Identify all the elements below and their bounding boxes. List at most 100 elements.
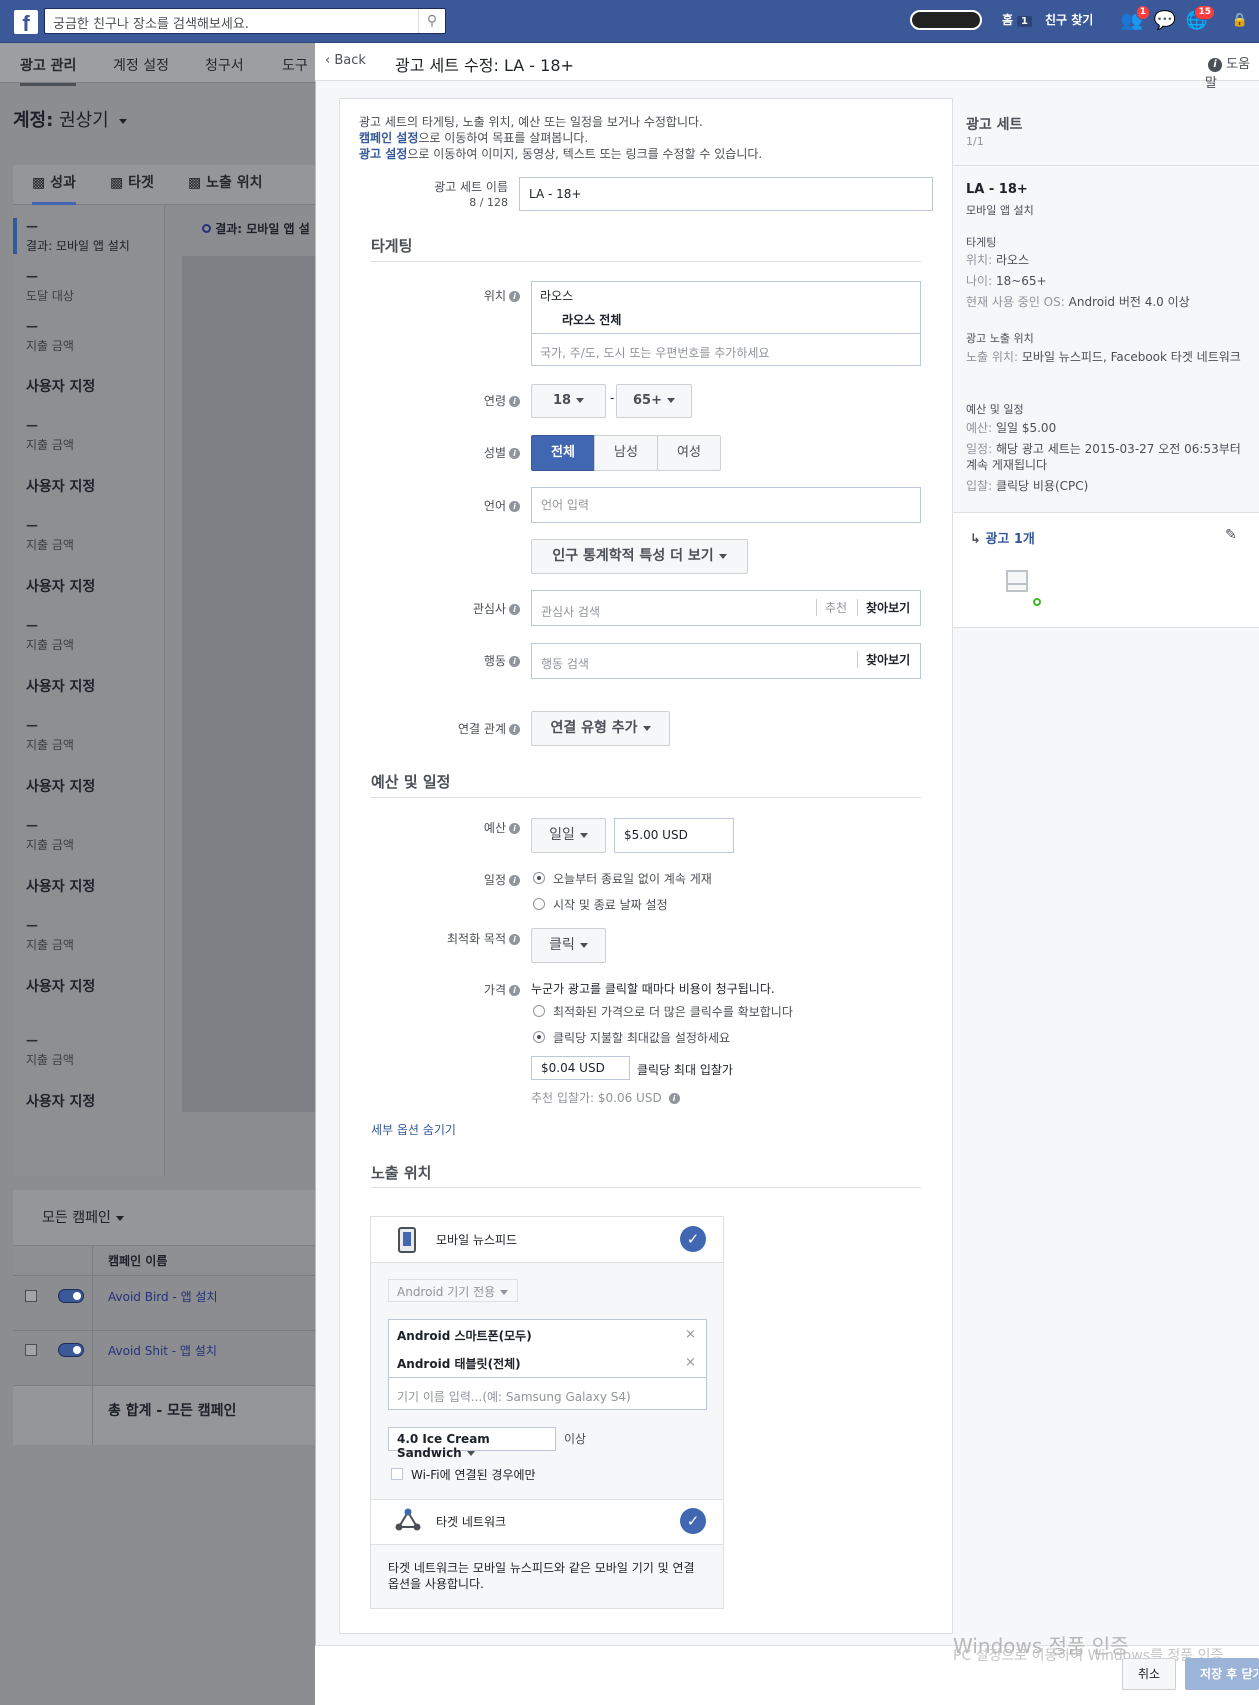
- row-checkbox[interactable]: [25, 1290, 37, 1302]
- campaign-filter-dropdown[interactable]: 모든 캠페인: [42, 1207, 124, 1227]
- campaign-link[interactable]: Avoid Bird - 앱 설치: [108, 1288, 218, 1305]
- suggestions-link[interactable]: 추천: [816, 599, 847, 616]
- age-min-dropdown[interactable]: 18: [531, 384, 606, 418]
- save-and-close-button[interactable]: 저장 후 닫기: [1185, 1658, 1259, 1690]
- hide-advanced-options-link[interactable]: 세부 옵션 숨기기: [371, 1121, 456, 1138]
- campaign-toggle[interactable]: [58, 1289, 84, 1303]
- pricing-optimized-radio[interactable]: [533, 1005, 545, 1017]
- notifications-icon[interactable]: 🌐 15: [1185, 5, 1215, 33]
- search-input[interactable]: 궁금한 친구나 장소를 검색해보세요.: [44, 8, 446, 34]
- age-separator: -: [610, 391, 615, 405]
- edit-pencil-icon[interactable]: ✎: [1225, 527, 1237, 543]
- custom-metric[interactable]: 사용자 지정: [26, 1091, 95, 1111]
- tab-account-settings[interactable]: 계정 설정: [113, 55, 169, 75]
- budget-type-dropdown[interactable]: 일일: [531, 818, 606, 853]
- cancel-button[interactable]: 취소: [1122, 1658, 1176, 1690]
- campaign-total: 총 합계 - 모든 캠페인: [108, 1403, 237, 1419]
- result-label[interactable]: 결과: 모바일 앱 설치: [26, 237, 130, 254]
- row-checkbox[interactable]: [25, 1344, 37, 1356]
- audience-network-row[interactable]: [371, 1499, 723, 1545]
- pricing-optimized-label[interactable]: 최적화된 가격으로 더 많은 클릭수를 확보합니다: [553, 1003, 793, 1020]
- tab-billing[interactable]: 청구서: [205, 55, 244, 75]
- custom-metric[interactable]: 사용자 지정: [26, 676, 95, 696]
- ad-thumbnail-icon[interactable]: [1006, 570, 1028, 592]
- reach-label[interactable]: 도달 대상: [26, 287, 74, 304]
- messages-icon[interactable]: 💬: [1153, 9, 1177, 33]
- info-icon: i: [509, 656, 520, 667]
- account-selector[interactable]: 계정: 권상기: [13, 106, 128, 132]
- add-connection-type-button[interactable]: 연결 유형 추가: [531, 711, 670, 746]
- help-link[interactable]: i 도움말: [1205, 53, 1259, 91]
- tab-tools[interactable]: 도구: [282, 55, 308, 75]
- metric-label[interactable]: 지출 금액: [26, 836, 74, 853]
- tab-placement[interactable]: ▩ 노출 위치: [188, 172, 263, 192]
- location-item[interactable]: 라오스 전체: [562, 311, 621, 328]
- metric-label[interactable]: 지출 금액: [26, 636, 74, 653]
- age-max-dropdown[interactable]: 65+: [616, 384, 692, 418]
- pricing-manual-label[interactable]: 클릭당 지불할 최대값을 설정하세요: [553, 1029, 730, 1046]
- schedule-dates-label[interactable]: 시작 및 종료 날짜 설정: [553, 896, 668, 913]
- location-label: 위치 i: [420, 287, 520, 304]
- back-button[interactable]: ‹ Back: [325, 53, 366, 68]
- friend-requests-icon[interactable]: 👥 1: [1120, 5, 1150, 33]
- device-filter-dropdown[interactable]: Android 기기 전용: [388, 1279, 518, 1302]
- home-link[interactable]: 홈1: [1002, 11, 1033, 28]
- custom-metric[interactable]: 사용자 지정: [26, 476, 95, 496]
- ad-settings-link[interactable]: 광고 설정: [359, 147, 407, 161]
- metric-label[interactable]: 지출 금액: [26, 736, 74, 753]
- wifi-only-label[interactable]: Wi-Fi에 연결된 경우에만: [411, 1466, 536, 1483]
- metric-value: —: [26, 618, 38, 632]
- metric-value: —: [26, 818, 38, 832]
- gender-male-button[interactable]: 남성: [594, 435, 658, 471]
- remove-device-icon[interactable]: ×: [685, 1327, 696, 1342]
- summary-budget: 예산: 일일 $5.00: [966, 421, 1057, 435]
- ads-count-link[interactable]: ↳ 광고 1개: [970, 528, 1035, 547]
- more-demographics-button[interactable]: 인구 통계학적 특성 더 보기: [531, 539, 748, 574]
- metric-value: —: [26, 918, 38, 932]
- custom-metric[interactable]: 사용자 지정: [26, 876, 95, 896]
- metric-label[interactable]: 지출 금액: [26, 1051, 74, 1068]
- campaign-link[interactable]: Avoid Shit - 앱 설치: [108, 1342, 217, 1359]
- interests-browse-link[interactable]: 찾아보기: [857, 599, 910, 616]
- os-version-dropdown[interactable]: 4.0 Ice Cream Sandwich: [388, 1427, 556, 1460]
- language-input[interactable]: 언어 입력: [531, 487, 921, 523]
- mobile-feed-row[interactable]: [371, 1217, 723, 1263]
- tab-performance[interactable]: ▩ 성과: [32, 172, 76, 205]
- metric-label[interactable]: 지출 금액: [26, 337, 74, 354]
- result-value: —: [26, 219, 38, 233]
- location-search-input[interactable]: 국가, 주/도, 도시 또는 우편번호를 추가하세요: [540, 344, 769, 361]
- bid-amount-input[interactable]: $0.04 USD: [531, 1056, 630, 1080]
- metric-label[interactable]: 지출 금액: [26, 436, 74, 453]
- behaviors-browse-link[interactable]: 찾아보기: [857, 651, 910, 668]
- profile-avatar[interactable]: [910, 10, 982, 30]
- wifi-only-checkbox[interactable]: [391, 1468, 403, 1480]
- find-friends-link[interactable]: 친구 찾기: [1045, 11, 1093, 28]
- optimization-dropdown[interactable]: 클릭: [531, 928, 606, 963]
- audience-network-check-icon[interactable]: ✓: [680, 1508, 706, 1534]
- privacy-icon[interactable]: 🔒: [1228, 9, 1252, 33]
- facebook-logo-icon[interactable]: f: [14, 10, 38, 36]
- schedule-dates-radio[interactable]: [533, 898, 545, 910]
- gender-female-button[interactable]: 여성: [657, 435, 721, 471]
- metric-label[interactable]: 지출 금액: [26, 536, 74, 553]
- schedule-continuous-radio[interactable]: [533, 872, 545, 884]
- custom-metric[interactable]: 사용자 지정: [26, 376, 95, 396]
- schedule-continuous-label[interactable]: 오늘부터 종료일 없이 계속 게재: [553, 870, 712, 887]
- custom-metric[interactable]: 사용자 지정: [26, 576, 95, 596]
- device-search-input[interactable]: 기기 이름 입력...(예: Samsung Galaxy S4): [397, 1388, 631, 1405]
- metric-label[interactable]: 지출 금액: [26, 936, 74, 953]
- pricing-manual-radio[interactable]: [533, 1031, 545, 1043]
- custom-metric[interactable]: 사용자 지정: [26, 776, 95, 796]
- custom-metric[interactable]: 사용자 지정: [26, 976, 95, 996]
- remove-device-icon[interactable]: ×: [685, 1355, 696, 1370]
- tab-audience[interactable]: ▩ 타겟: [110, 172, 154, 192]
- mobile-feed-check-icon[interactable]: ✓: [680, 1226, 706, 1252]
- campaign-settings-link[interactable]: 캠페인 설정: [359, 131, 418, 145]
- campaign-toggle[interactable]: [58, 1343, 84, 1357]
- gender-all-button[interactable]: 전체: [531, 435, 595, 471]
- campaign-name-column[interactable]: 캠페인 이름: [108, 1252, 167, 1269]
- budget-amount-input[interactable]: $5.00 USD: [614, 818, 734, 853]
- search-icon[interactable]: ⚲: [418, 9, 445, 33]
- tab-ads-manager[interactable]: 광고 관리: [20, 55, 77, 86]
- adset-name-input[interactable]: LA - 18+: [519, 177, 933, 211]
